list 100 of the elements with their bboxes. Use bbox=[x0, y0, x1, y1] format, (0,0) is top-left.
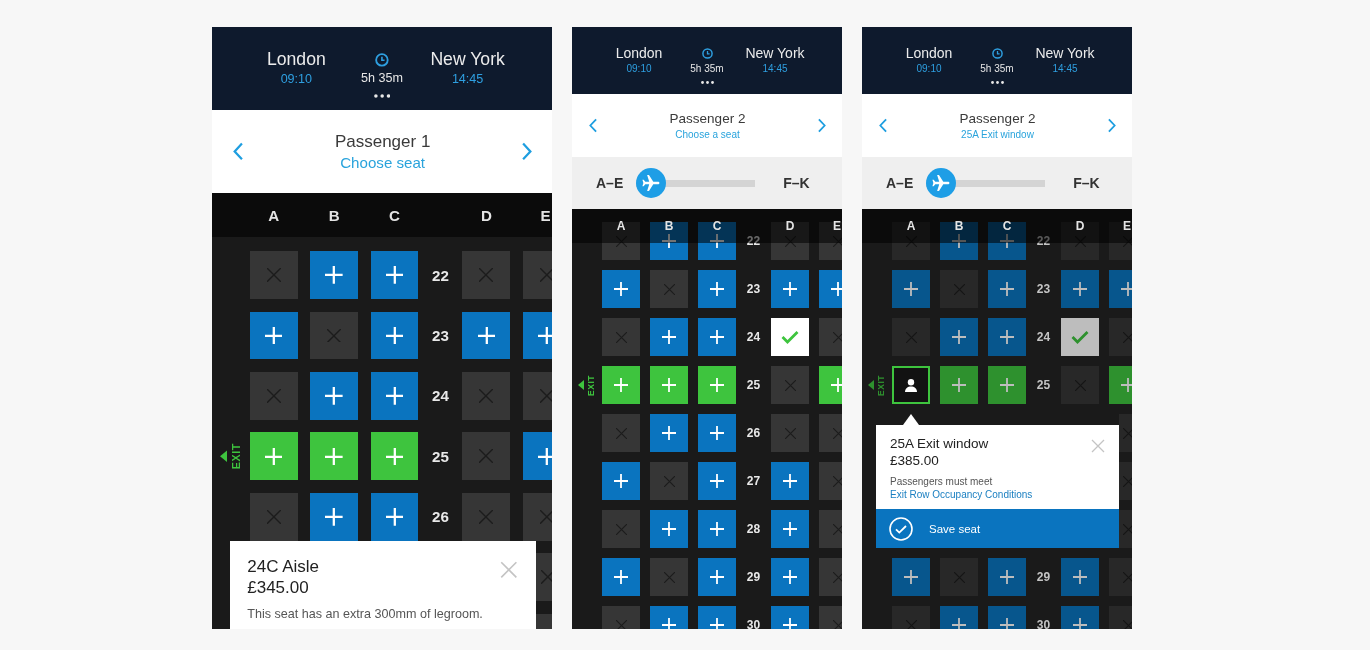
plus-icon bbox=[904, 282, 918, 296]
plus-icon bbox=[1121, 378, 1132, 392]
row-number: 23 bbox=[432, 326, 449, 344]
plus-icon bbox=[325, 387, 343, 405]
seat[interactable] bbox=[819, 222, 842, 260]
dots-icon[interactable] bbox=[990, 80, 1004, 84]
column-label: C bbox=[1002, 219, 1012, 233]
plus-icon bbox=[1073, 570, 1087, 584]
plus-icon bbox=[1000, 378, 1014, 392]
seat[interactable] bbox=[988, 222, 1026, 260]
slider-thumb[interactable] bbox=[636, 168, 667, 198]
save-seat-button[interactable]: Save seat bbox=[876, 509, 1119, 548]
seat[interactable] bbox=[249, 311, 298, 360]
row-number: 29 bbox=[746, 570, 761, 584]
plus-icon bbox=[614, 282, 628, 296]
departure-time: 09:10 bbox=[626, 62, 652, 76]
plus-icon bbox=[952, 330, 966, 344]
seat[interactable] bbox=[462, 311, 511, 360]
cross-icon bbox=[479, 509, 494, 524]
column-label: A bbox=[268, 206, 280, 224]
range-label: A–E bbox=[596, 175, 624, 191]
seat[interactable] bbox=[249, 432, 298, 481]
cross-icon bbox=[663, 475, 675, 487]
plus-icon bbox=[710, 618, 724, 629]
exit-arrow-icon bbox=[219, 450, 228, 463]
seat[interactable] bbox=[310, 492, 358, 541]
seat-status: 25A Exit window bbox=[961, 128, 1034, 141]
cross-icon bbox=[479, 449, 494, 464]
seat[interactable] bbox=[892, 366, 930, 404]
passenger-name: Passenger 2 bbox=[669, 110, 746, 127]
row-number: 30 bbox=[746, 618, 761, 629]
column-label: B bbox=[954, 219, 964, 233]
plus-icon bbox=[952, 618, 966, 629]
plus-icon bbox=[783, 522, 797, 536]
cross-icon bbox=[1123, 523, 1132, 535]
cross-icon bbox=[1123, 475, 1132, 487]
seat[interactable] bbox=[522, 432, 552, 481]
seat[interactable] bbox=[310, 371, 358, 420]
arrival-time: 14:45 bbox=[451, 71, 484, 89]
exit-arrow-icon bbox=[578, 380, 584, 390]
plus-icon bbox=[662, 330, 676, 344]
plus-icon bbox=[264, 447, 283, 466]
seat[interactable] bbox=[698, 222, 736, 260]
cross-icon bbox=[832, 427, 842, 439]
cross-icon bbox=[266, 388, 281, 403]
exit-arrow-icon bbox=[868, 380, 874, 390]
cross-icon bbox=[327, 328, 341, 343]
seat[interactable] bbox=[522, 311, 552, 360]
city-name: London bbox=[266, 48, 326, 72]
plus-icon bbox=[662, 234, 676, 248]
plus-icon bbox=[952, 378, 966, 392]
passenger-name: Passenger 1 bbox=[334, 130, 431, 153]
slider-thumb[interactable] bbox=[926, 168, 957, 198]
row-number: 24 bbox=[1036, 330, 1051, 344]
seat[interactable] bbox=[650, 222, 688, 260]
chevron-left-icon[interactable] bbox=[233, 142, 244, 162]
seat[interactable] bbox=[1109, 222, 1132, 260]
cross-icon bbox=[663, 571, 675, 583]
dots-icon[interactable] bbox=[700, 80, 714, 84]
row-number: 25 bbox=[746, 378, 761, 392]
cross-icon bbox=[832, 619, 842, 629]
seat[interactable] bbox=[370, 371, 419, 420]
flight-duration: 5h 35m bbox=[690, 61, 724, 76]
row-number: 29 bbox=[1036, 570, 1051, 584]
chevron-left-icon[interactable] bbox=[589, 118, 597, 133]
chevron-left-icon[interactable] bbox=[879, 118, 887, 133]
row-number: 22 bbox=[1036, 234, 1051, 248]
chevron-right-icon[interactable] bbox=[818, 118, 826, 133]
plus-icon bbox=[538, 326, 552, 345]
cross-icon bbox=[1122, 331, 1132, 343]
range-label: A–E bbox=[886, 175, 914, 191]
seat[interactable] bbox=[940, 222, 978, 260]
plus-icon bbox=[783, 570, 797, 584]
city-name: New York bbox=[1035, 44, 1095, 62]
seat[interactable] bbox=[370, 251, 419, 299]
chevron-right-icon[interactable] bbox=[521, 142, 532, 162]
dots-icon[interactable] bbox=[373, 94, 391, 99]
conditions-link[interactable]: Exit Row Occupancy Conditions bbox=[890, 489, 1033, 500]
seat[interactable] bbox=[370, 432, 419, 481]
chevron-right-icon[interactable] bbox=[1108, 118, 1116, 133]
row-number: 24 bbox=[432, 387, 449, 405]
plus-icon bbox=[710, 522, 724, 536]
plus-icon bbox=[1000, 330, 1014, 344]
plus-icon bbox=[264, 326, 283, 345]
plus-icon bbox=[710, 330, 724, 344]
plus-icon bbox=[662, 522, 676, 536]
column-label: D bbox=[1075, 219, 1085, 233]
row-number: 30 bbox=[1036, 618, 1051, 629]
cross-icon bbox=[832, 475, 842, 487]
plus-icon bbox=[952, 234, 966, 248]
seat[interactable] bbox=[1061, 222, 1099, 260]
column-label: D bbox=[785, 219, 795, 233]
seat[interactable] bbox=[370, 492, 419, 541]
seat[interactable] bbox=[370, 311, 419, 360]
seat[interactable] bbox=[310, 432, 358, 481]
row-number: 26 bbox=[432, 508, 449, 526]
plus-icon bbox=[710, 570, 724, 584]
clock-icon bbox=[991, 47, 1003, 59]
seat[interactable] bbox=[771, 222, 809, 260]
cross-icon bbox=[539, 509, 552, 524]
